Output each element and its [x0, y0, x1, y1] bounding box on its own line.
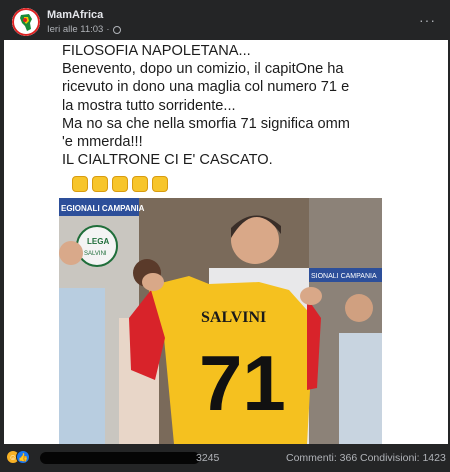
raised-fist-icon: [152, 176, 168, 192]
shirt-number-text: 71: [199, 339, 286, 427]
post-timestamp[interactable]: Ieri alle 11:03: [47, 24, 103, 35]
page-name[interactable]: MamAfrica: [47, 9, 103, 21]
raised-fist-icon: [132, 176, 148, 192]
post-caption-image-text: FILOSOFIA NAPOLETANA... Benevento, dopo …: [62, 42, 402, 169]
post-footer: ☺ 👍 3245 Commenti: 366 Condivisioni: 142…: [0, 444, 450, 472]
caption-line: Benevento, dopo un comizio, il capitOne …: [62, 61, 344, 78]
meta-separator: ·: [106, 24, 110, 35]
raised-fist-icon: [72, 176, 88, 192]
right-banner-text: SIONALI CAMPANIA: [311, 273, 377, 280]
africa-logo-icon: [12, 8, 40, 36]
fist-emoji-row: [72, 176, 168, 192]
raised-fist-icon: [112, 176, 128, 192]
shirt-name-text: SALVINI: [201, 309, 266, 326]
caption-line: 'e mmerda!!!: [62, 134, 143, 151]
redacted-names-bar: [40, 452, 200, 464]
post-header: MamAfrica Ieri alle 11:03 · ···: [0, 0, 450, 40]
lega-badge-subtext: SALVINI: [84, 251, 107, 257]
lega-badge: [76, 225, 118, 267]
reaction-count[interactable]: 3245: [196, 452, 219, 464]
left-banner-text: EGIONALI CAMPANIA: [61, 204, 145, 213]
more-options-button[interactable]: ···: [419, 12, 436, 28]
photo-illustration: EGIONALI CAMPANIA SIONALI CAMPANIA LEGA …: [59, 198, 382, 444]
post-meta: Ieri alle 11:03 ·: [47, 24, 121, 35]
photo-man-holding-shirt[interactable]: EGIONALI CAMPANIA SIONALI CAMPANIA LEGA …: [59, 198, 382, 444]
page-avatar[interactable]: [12, 8, 40, 36]
caption-line: IL CIALTRONE CI E' CASCATO.: [62, 152, 273, 169]
lega-badge-text: LEGA: [87, 237, 109, 246]
comments-count-link[interactable]: Commenti: 366: [286, 452, 357, 464]
raised-fist-icon: [92, 176, 108, 192]
reaction-icons[interactable]: ☺ 👍: [6, 450, 30, 464]
facebook-post: MamAfrica Ieri alle 11:03 · ··· FILOSOFI…: [0, 0, 450, 472]
caption-line: la mostra tutto sorridente...: [62, 97, 236, 114]
caption-line: Ma no sa che nella smorfia 71 significa …: [62, 115, 350, 132]
shares-count-link[interactable]: Condivisioni: 1423: [360, 452, 446, 464]
globe-icon: [112, 25, 121, 34]
caption-line: ricevuto in dono una maglia col numero 7…: [62, 79, 350, 96]
like-reaction-icon: 👍: [16, 450, 30, 464]
caption-line: FILOSOFIA NAPOLETANA...: [62, 43, 251, 59]
